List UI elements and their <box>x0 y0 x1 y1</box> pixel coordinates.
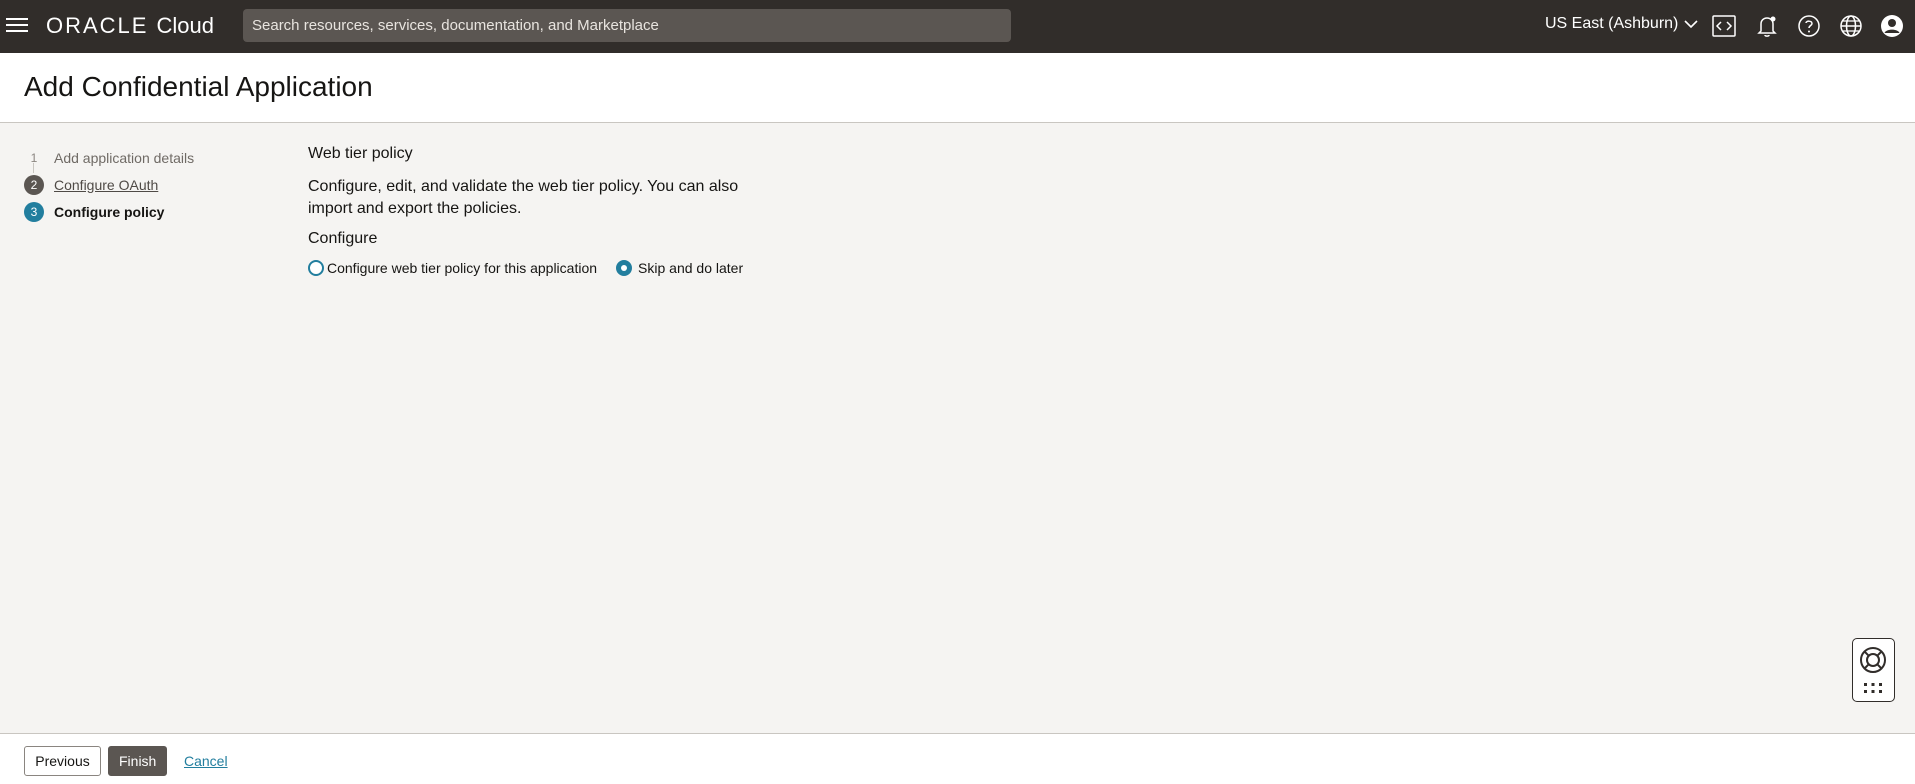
policy-option-group: Configure web tier policy for this appli… <box>308 260 808 276</box>
logo-cloud-text: Cloud <box>156 13 214 38</box>
lifebuoy-icon <box>1860 647 1886 693</box>
radio-skip-and-do-later[interactable]: Skip and do later <box>616 260 743 276</box>
help-support-widget[interactable] <box>1852 638 1895 702</box>
step-configure-policy: 3 Configure policy <box>24 198 194 225</box>
step-label: Add application details <box>54 149 195 166</box>
language-globe-icon[interactable] <box>1838 13 1864 39</box>
user-profile-icon[interactable] <box>1879 13 1905 39</box>
notification-bell-icon[interactable] <box>1754 13 1780 39</box>
code-editor-icon[interactable] <box>1711 13 1737 39</box>
top-navigation-bar: ORACLE Cloud US East (Ashburn) <box>0 0 1915 53</box>
previous-button[interactable]: Previous <box>24 746 101 776</box>
page-title: Add Confidential Application <box>24 71 373 102</box>
radio-configure-web-tier-policy[interactable]: Configure web tier policy for this appli… <box>308 260 597 276</box>
wizard-footer: Previous Finish Cancel <box>0 733 1915 784</box>
step-label[interactable]: Configure OAuth <box>54 177 158 193</box>
configure-label: Configure <box>308 230 378 247</box>
chevron-down-icon <box>1684 20 1698 29</box>
cancel-link[interactable]: Cancel <box>184 753 228 769</box>
step-number: 1 <box>30 150 38 165</box>
step-configure-oauth[interactable]: 2 Configure OAuth <box>24 171 194 198</box>
section-description: Configure, edit, and validate the web ti… <box>308 178 739 217</box>
step-label: Configure policy <box>54 203 165 220</box>
page-header: Add Confidential Application <box>0 53 1915 123</box>
finish-button[interactable]: Finish <box>108 746 167 776</box>
step-number: 2 <box>24 174 44 195</box>
app-grid-icon <box>1864 683 1882 693</box>
main-content: Web tier policy Configure, edit, and val… <box>308 145 808 276</box>
oracle-cloud-logo[interactable]: ORACLE Cloud <box>46 12 214 40</box>
wizard-steps: 1 Add application details 2 Configure OA… <box>24 144 194 225</box>
radio-label: Skip and do later <box>638 260 744 276</box>
region-selector[interactable]: US East (Ashburn) <box>1545 15 1698 33</box>
region-label: US East (Ashburn) <box>1545 15 1679 32</box>
step-add-application-details: 1 Add application details <box>24 144 194 171</box>
radio-button-unselected[interactable] <box>308 260 324 276</box>
radio-button-selected[interactable] <box>616 260 633 276</box>
logo-oracle-text: ORACLE <box>46 13 149 38</box>
help-icon[interactable] <box>1796 13 1822 39</box>
radio-label: Configure web tier policy for this appli… <box>327 260 598 276</box>
section-title: Web tier policy <box>308 145 413 162</box>
search-input[interactable] <box>243 9 1011 42</box>
step-number: 3 <box>24 201 44 222</box>
menu-icon[interactable] <box>6 14 30 36</box>
